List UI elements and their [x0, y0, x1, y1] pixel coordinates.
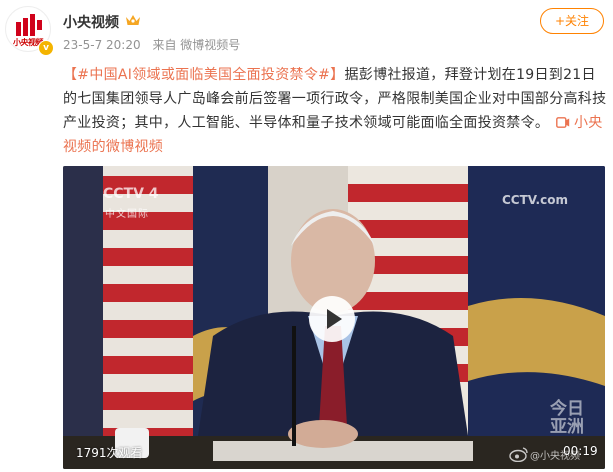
- post-source: 来自 微博视频号: [152, 38, 241, 52]
- cctv-logo-icon: [16, 14, 42, 36]
- cctv4-watermark: CCTV 4: [103, 186, 159, 202]
- follow-button[interactable]: +关注: [540, 8, 604, 34]
- play-button[interactable]: [309, 296, 355, 342]
- view-count: 1791次观看: [76, 446, 143, 460]
- video-link-icon: [556, 117, 570, 128]
- hashtag-link[interactable]: 【#中国AI领域或面临美国全面投资禁令#】: [63, 67, 344, 83]
- post-date[interactable]: 23-5-7 20:20: [63, 38, 141, 52]
- jinri-yazhou-watermark: 今日亚洲: [550, 399, 584, 437]
- cctv-com-watermark: CCTV.com: [502, 193, 568, 207]
- post-text: 【#中国AI领域或面临美国全面投资禁令#】据彭博社报道，拜登计划在19日到21日…: [63, 63, 608, 159]
- verified-badge-icon: v: [38, 40, 54, 56]
- cctv4-watermark-sub: 中文国际: [105, 209, 149, 220]
- crown-icon: [126, 15, 140, 25]
- video-duration: 00:19: [563, 444, 598, 458]
- post-meta: 23-5-7 20:20 来自 微博视频号: [63, 36, 248, 53]
- account-name[interactable]: 小央视频: [63, 12, 119, 32]
- weibo-logo-icon: [509, 447, 528, 462]
